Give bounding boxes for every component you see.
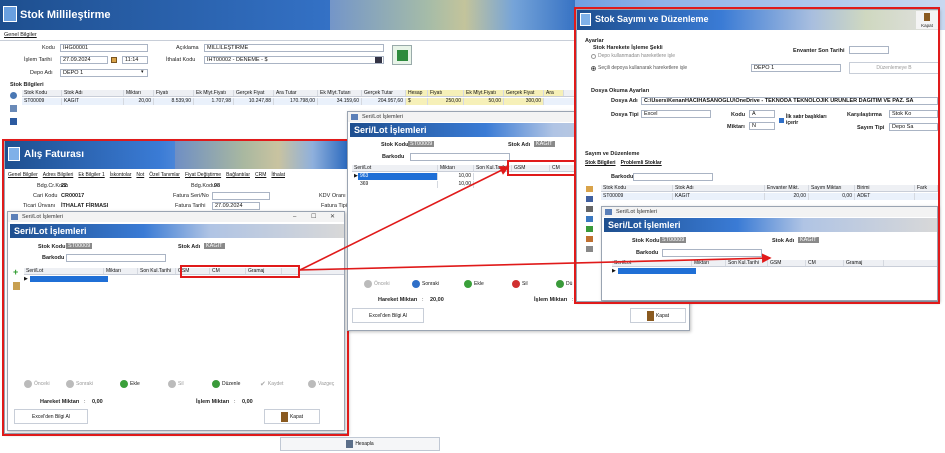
chevron-down-icon[interactable]: ▾	[141, 69, 144, 75]
col-ek-mlyt-tutari[interactable]: Ek Mlyt.Tutarı	[318, 90, 362, 96]
main-form-divider	[0, 40, 580, 41]
mid-next-button[interactable]: Sonraki	[412, 280, 439, 288]
aciklama-field[interactable]: MİLLİLEŞTİRME	[204, 44, 384, 52]
expand-icon[interactable]	[10, 118, 17, 125]
stok-bilgileri-label: Stok Bilgileri	[10, 82, 44, 88]
mid-excel-import-button[interactable]: Excel'den Bilgi Al	[352, 308, 424, 323]
gear-icon[interactable]	[10, 92, 17, 99]
general-info-tab[interactable]: Genel Bilgiler	[4, 32, 37, 38]
sl-mid-islem-label: İşlem Miktarı	[534, 297, 568, 303]
kod-label: Kodu	[42, 45, 55, 51]
app-logo-icon	[3, 6, 17, 22]
mid-previous-button[interactable]: Önceki	[364, 280, 390, 288]
table-row[interactable]: 369 10,00	[352, 181, 592, 188]
sl-mid-stok-adi-label: Stok Adı	[508, 142, 531, 148]
calendar-icon[interactable]	[111, 57, 117, 63]
sl-mid-stok-kodu-value: ST00009	[408, 141, 435, 147]
col-stok-adi[interactable]: Stok Adı	[62, 90, 124, 96]
kod-field[interactable]: IHG00001	[60, 44, 148, 52]
col-stok-kodu[interactable]: Stok Kodu	[22, 90, 62, 96]
col-gercek-fiyat-2[interactable]: Gerçek Fiyat	[504, 90, 544, 96]
col-gercek-fiyat[interactable]: Gerçek Fiyat	[234, 90, 274, 96]
door-icon	[646, 310, 654, 321]
sayim-highlight-box	[574, 7, 940, 304]
plus-icon	[464, 280, 472, 288]
islem-tarihi-field[interactable]: 27.09.2024	[60, 56, 108, 64]
sl-mid-stok-kodu-label: Stok Kodu	[381, 142, 409, 148]
col-miktari[interactable]: Miktarı	[124, 90, 154, 96]
mid-kapat-button[interactable]: Kapat	[630, 308, 686, 323]
table-row[interactable]: ST00009 KAĞIT 20,00 8.539,90 1.707,98 10…	[22, 98, 580, 105]
hesapla-button[interactable]: Hesapla	[280, 437, 440, 451]
tree-icon[interactable]	[10, 105, 17, 112]
depo-select[interactable]: DEPO 1	[60, 69, 148, 77]
sl-mid-barkodu-label: Barkodu	[382, 154, 405, 160]
minus-icon	[512, 280, 520, 288]
next-icon	[412, 280, 420, 288]
sl-mid-hareket-label: Hareket Miktarı	[378, 297, 418, 303]
mid-delete-button[interactable]: Sil	[512, 280, 528, 288]
excel-export-icon[interactable]	[392, 45, 412, 65]
col-ara[interactable]: Ara	[544, 90, 564, 96]
islem-tarihi-label: İşlem Tarihi	[24, 57, 52, 63]
sl-mid-stok-adi-value: KAĞIT	[534, 141, 555, 147]
sl-mid-hareket-sep: :	[422, 297, 424, 303]
ithalat-field[interactable]: IHT00002 - DENEME - $	[204, 56, 384, 64]
sl-mid-hareket-value: 20,00	[430, 297, 444, 303]
col-hesap[interactable]: Hesap	[406, 90, 428, 96]
sl-mid-barkodu-field[interactable]	[410, 153, 510, 161]
serilot-mid-window-icon	[351, 114, 358, 120]
col-gercek-tutar[interactable]: Gerçek Tutar	[362, 90, 406, 96]
lookup-icon[interactable]	[375, 57, 382, 63]
aciklama-label: Açıklama	[176, 45, 199, 51]
col-fiyati-2[interactable]: Fiyatı	[428, 90, 464, 96]
calculator-icon	[346, 440, 354, 448]
grid-side-toolbar	[10, 92, 20, 132]
islem-saat-field[interactable]: 11:14	[122, 56, 148, 64]
col-ek-mlyt-fiyati-2[interactable]: Ek Mlyt.Fiyatı	[464, 90, 504, 96]
col-ek-mlyt-fiyati[interactable]: Ek Mlyt.Fiyatı	[194, 90, 234, 96]
depo-label: Depo Adı	[30, 70, 53, 76]
previous-icon	[364, 280, 372, 288]
ithalat-label: İthalat Kodu	[166, 57, 196, 63]
col-ara-tutar[interactable]: Ara Tutar	[274, 90, 318, 96]
mid-edit-button[interactable]: Dü	[556, 280, 572, 288]
main-grid-header: Stok Kodu Stok Adı Miktarı Fiyatı Ek Mly…	[22, 90, 580, 97]
main-title: Stok Millileştirme	[20, 9, 111, 21]
col-fiyati[interactable]: Fiyatı	[154, 90, 194, 96]
title-decor	[330, 0, 575, 30]
mid-add-button[interactable]: Ekle	[464, 280, 484, 288]
alis-highlight-box	[2, 139, 349, 436]
edit-icon	[556, 280, 564, 288]
